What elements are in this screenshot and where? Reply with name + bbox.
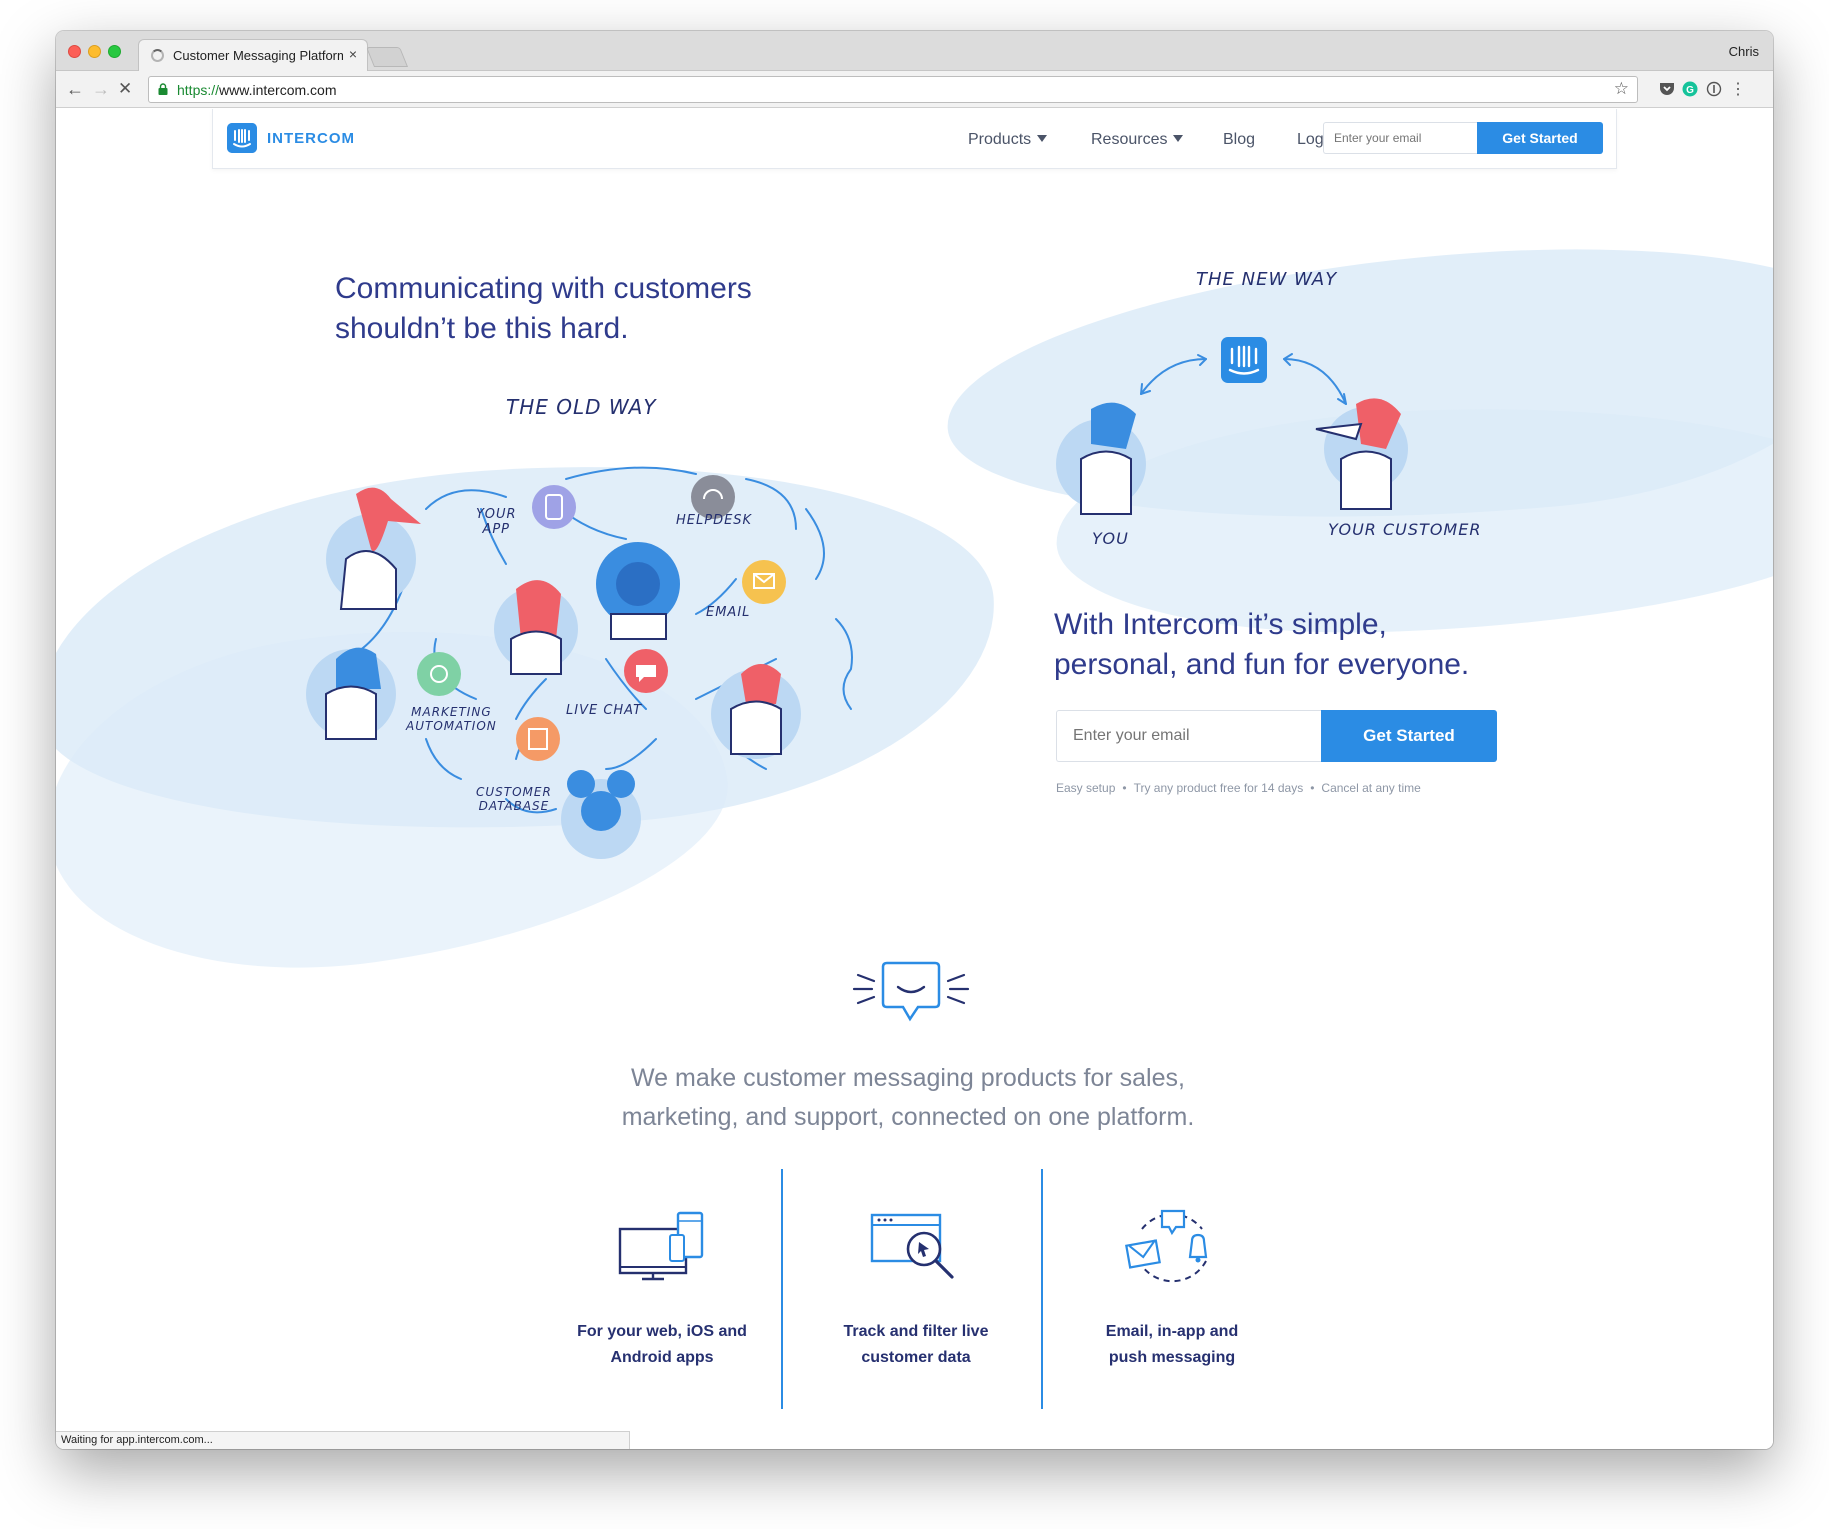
forward-arrow-icon[interactable]: → [92,79,110,99]
intercom-logo-icon[interactable] [227,123,257,153]
your-app-label-line1: YOUR [476,507,517,522]
feature-label-apps: For your web, iOS and Android apps [562,1319,762,1371]
status-bar: Waiting for app.intercom.com... [56,1431,630,1449]
old-way-label: THE OLD WAY [506,395,657,419]
your-customer-label: YOUR CUSTOMER [1328,520,1482,539]
hero-title-line2: shouldn’t be this hard. [335,312,629,345]
feature-data-line2: customer data [861,1349,971,1366]
hero-get-started-button[interactable]: Get Started [1321,710,1497,762]
page-viewport: INTERCOM Products Resources Blog Log in … [56,109,1773,1449]
stop-loading-icon[interactable]: ✕ [118,79,132,99]
simple-heading-line1: With Intercom it’s simple, [1054,608,1387,641]
url-scheme: https:// [177,81,220,98]
browser-toolbar: ← → ✕ https://www.intercom.com ☆ G ⋮ [56,71,1773,108]
loading-spinner-icon [151,49,164,62]
minimize-window-button[interactable] [88,45,101,58]
marketing-label-line2: AUTOMATION [406,719,497,733]
nav-products-label: Products [968,131,1032,148]
customer-database-label: CUSTOMER DATABASE [476,785,552,813]
feature-apps-line2: Android apps [610,1349,714,1366]
database-label-line2: DATABASE [478,799,550,813]
fine-print-easy-setup: Easy setup [1056,781,1116,795]
tab-title: Customer Messaging Platform [173,48,343,63]
browser-window: Customer Messaging Platform × Chris ← → … [56,31,1773,1449]
your-app-label: YOUR APP [476,507,517,537]
hero-email-input[interactable] [1056,710,1321,762]
feature-label-data: Track and filter live customer data [816,1319,1016,1371]
nav-blog[interactable]: Blog [1223,131,1255,149]
fine-print-separator: • [1310,781,1315,795]
nav-products[interactable]: Products [968,131,1048,149]
caret-down-icon [1037,135,1048,142]
pocket-extension-icon[interactable] [1658,80,1676,98]
tab-close-icon[interactable]: × [349,46,357,62]
feature-data-line1: Track and filter live [843,1323,989,1340]
feature-divider [1041,1169,1043,1409]
old-way-illustration [306,466,853,859]
feature-apps-line1: For your web, iOS and [577,1323,747,1340]
browser-tab[interactable]: Customer Messaging Platform × [138,39,368,71]
magnifier-browser-icon [870,1213,954,1279]
fine-print-free-trial: Try any product free for 14 days [1133,781,1304,795]
svg-text:G: G [1686,85,1694,96]
statement-line1: We make customer messaging products for … [631,1064,1185,1092]
nav-get-started-button[interactable]: Get Started [1477,122,1603,154]
new-tab-button[interactable] [365,47,409,67]
feature-messaging-line2: push messaging [1108,1349,1236,1366]
grammarly-extension-icon[interactable]: G [1681,80,1699,98]
simple-heading: With Intercom it’s simple, personal, and… [1054,605,1469,685]
fine-print: Easy setup • Try any product free for 14 d… [1056,781,1421,795]
hero-title-line1: Communicating with customers [335,272,752,305]
marketing-label-line1: MARKETING [411,705,492,719]
helpdesk-label: HELPDESK [676,513,753,528]
devices-icon [618,1211,704,1281]
platform-statement: We make customer messaging products for … [508,1059,1308,1137]
messaging-cycle-icon [1125,1209,1208,1283]
zoom-window-button[interactable] [108,45,121,58]
menu-kebab-icon[interactable]: ⋮ [1729,80,1747,98]
marketing-automation-label: MARKETING AUTOMATION [406,705,497,733]
fine-print-separator: • [1122,781,1127,795]
tab-bar: Customer Messaging Platform × Chris [56,31,1773,71]
logo-wordmark[interactable]: INTERCOM [267,130,355,147]
you-label: YOU [1092,529,1129,548]
new-way-label: THE NEW WAY [1196,269,1338,290]
bookmark-star-icon[interactable]: ☆ [1614,79,1629,99]
database-label-line1: CUSTOMER [476,785,552,799]
nav-resources[interactable]: Resources [1091,131,1184,149]
profile-name[interactable]: Chris [1729,44,1759,59]
your-app-label-line2: APP [482,522,511,537]
caret-down-icon [1173,135,1184,142]
fine-print-cancel: Cancel at any time [1321,781,1421,795]
feature-divider [781,1169,783,1409]
statement-line2: marketing, and support, connected on one… [621,1103,1195,1131]
close-window-button[interactable] [68,45,81,58]
lock-icon [158,83,168,95]
back-arrow-icon[interactable]: ← [66,79,84,99]
address-bar[interactable]: https://www.intercom.com ☆ [148,76,1638,103]
chat-bubble-icon [852,961,970,1022]
nav-email-input[interactable] [1323,122,1477,154]
feature-label-messaging: Email, in-app and push messaging [1072,1319,1272,1371]
url-host: www.intercom.com [219,81,337,98]
nav-resources-label: Resources [1091,131,1168,148]
feature-messaging-line1: Email, in-app and [1105,1323,1239,1340]
email-label: EMAIL [706,605,751,620]
site-navigation: INTERCOM Products Resources Blog Log in … [212,109,1617,169]
hero-title: Communicating with customers shouldn’t b… [335,269,752,349]
info-extension-icon[interactable] [1705,80,1723,98]
live-chat-label: LIVE CHAT [566,703,643,718]
simple-heading-line2: personal, and fun for everyone. [1054,648,1470,681]
